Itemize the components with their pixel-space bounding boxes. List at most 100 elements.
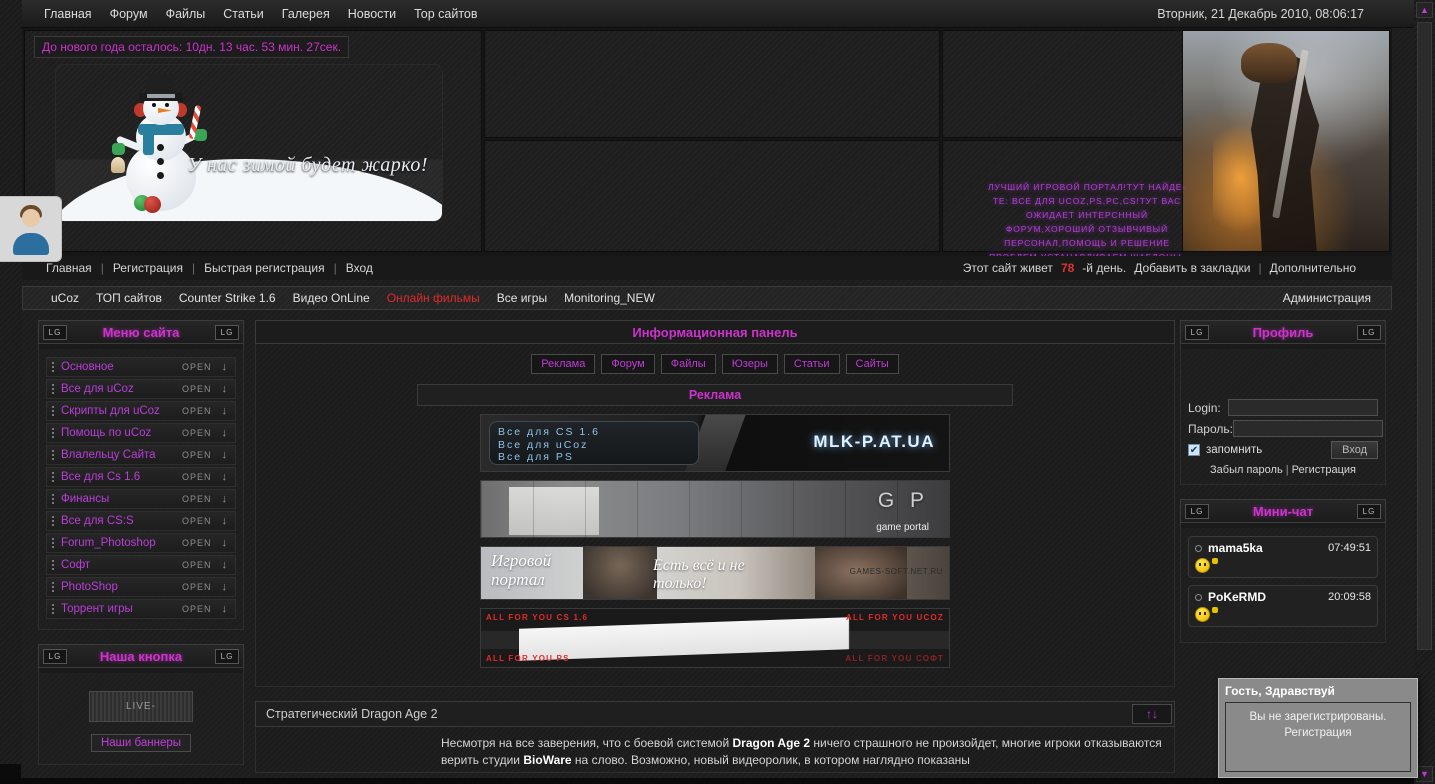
drag-dots-icon: [52, 538, 54, 550]
nav2-separator-0: |: [100, 261, 104, 275]
snowman-eye-left: [152, 103, 156, 107]
snow-slogan: У нас зимой будет жарко!: [187, 154, 428, 176]
cat-nav-all-games[interactable]: Все игры: [497, 291, 547, 305]
cat-nav-ucoz[interactable]: uCoz: [51, 291, 79, 305]
sidebar-item-label: Торрент игры: [61, 603, 133, 615]
lg-badge-right: LG: [215, 649, 239, 664]
snowman-banner[interactable]: У нас зимой будет жарко!: [55, 64, 443, 222]
guest-greeting-line2[interactable]: Регистрация: [1226, 725, 1410, 741]
sidebar-item-action: OPEN: [181, 582, 212, 592]
top-nav-item-2[interactable]: Файлы: [166, 7, 206, 21]
sidebar-item-site-owner[interactable]: Влалельцу Сайта OPEN ↓: [46, 445, 236, 465]
sidebar-item-all-for-ucoz[interactable]: Все для uCoz OPEN ↓: [46, 379, 236, 399]
cat-nav-video-online[interactable]: Видео OnLine: [293, 291, 370, 305]
guest-greeting-box: Гость, Здравствуй Вы не зарегистрированы…: [1218, 678, 1418, 778]
sidebar-item-torrent-games[interactable]: Торрент игры OPEN ↓: [46, 599, 236, 619]
tab-articles[interactable]: Статьи: [783, 354, 840, 374]
login-input[interactable]: [1228, 399, 1378, 416]
sidebar-item-photoshop[interactable]: PhotoShop OPEN ↓: [46, 577, 236, 597]
category-navigation-bar: uCoz ТОП сайтов Counter Strike 1.6 Видео…: [22, 286, 1392, 310]
ad-banner-mlk-p[interactable]: Все для CS 1.6 Все для uCoz Все для PS M…: [480, 414, 950, 472]
chevron-down-icon: ↓: [221, 493, 228, 505]
sidebar-item-soft[interactable]: Софт OPEN ↓: [46, 555, 236, 575]
remember-checkbox[interactable]: ✔: [1188, 444, 1200, 456]
chat-nickname[interactable]: PoKeRMD: [1208, 590, 1328, 604]
vertical-scrollbar[interactable]: ▲ ▼: [1414, 0, 1435, 784]
avatar[interactable]: [0, 196, 62, 262]
sidebar-item-label: Все для Cs 1.6: [61, 471, 141, 483]
administration-link[interactable]: Администрация: [1283, 291, 1371, 305]
chevron-down-icon: ↓: [221, 405, 228, 417]
scrollbar-thumb[interactable]: [1417, 22, 1432, 650]
sidebar-item-finance[interactable]: Финансы OPEN ↓: [46, 489, 236, 509]
tab-users[interactable]: Юзеры: [721, 354, 778, 374]
register-link[interactable]: Регистрация: [1292, 464, 1356, 476]
top-nav-item-0[interactable]: Главная: [44, 7, 92, 21]
sidebar-item-label: Помощь по uCoz: [61, 427, 152, 439]
sidebar-item-scripts-ucoz[interactable]: Скрипты для uCoz OPEN ↓: [46, 401, 236, 421]
tab-files[interactable]: Файлы: [660, 354, 716, 374]
tab-forum[interactable]: Форум: [601, 354, 655, 374]
login-button[interactable]: Вход: [1331, 441, 1378, 459]
nav2-item-1[interactable]: Регистрация: [113, 261, 183, 275]
sidebar-item-help-ucoz[interactable]: Помощь по uCoz OPEN ↓: [46, 423, 236, 443]
drag-dots-icon: [52, 560, 54, 572]
sidebar-item-action: OPEN: [181, 450, 212, 460]
status-offline-icon: [1195, 593, 1202, 601]
profile-block: LG Профиль LG Login: Пароль: ✔ запомнить…: [1180, 320, 1386, 485]
sort-icon[interactable]: ↑↓: [1132, 704, 1172, 724]
chat-time: 07:49:51: [1328, 542, 1371, 554]
guest-greeting-content: Вы не зарегистрированы. Регистрация: [1225, 702, 1411, 772]
center-column: Информационная панель Реклама Форум Файл…: [255, 320, 1175, 784]
nav2-item-0[interactable]: Главная: [46, 261, 92, 275]
banner1-line-2: Все для PS: [498, 451, 574, 463]
site-life-prefix: Этот сайт живет: [962, 261, 1053, 275]
ad-banner-games-soft[interactable]: Игровой портал Есть всё и не только! GAM…: [480, 546, 950, 600]
drag-dots-icon: [52, 516, 54, 528]
tab-reklama[interactable]: Реклама: [531, 354, 596, 374]
chevron-down-icon: ↓: [221, 449, 228, 461]
cat-nav-monitoring[interactable]: Monitoring_NEW: [564, 291, 655, 305]
scroll-up-button[interactable]: ▲: [1416, 2, 1433, 18]
add-bookmark-link[interactable]: Добавить в закладки: [1134, 261, 1250, 275]
site-button-image[interactable]: LIVE-: [89, 691, 193, 722]
sidebar-item-osnovnoe[interactable]: Основное OPEN ↓: [46, 357, 236, 377]
sidebar-item-forum-photoshop[interactable]: Forum_Photoshop OPEN ↓: [46, 533, 236, 553]
sidebar-item-label: Финансы: [61, 493, 110, 505]
cat-nav-counter-strike[interactable]: Counter Strike 1.6: [179, 291, 276, 305]
sidebar-item-action: OPEN: [181, 362, 212, 372]
sidebar-item-action: OPEN: [181, 516, 212, 526]
chat-nickname[interactable]: mama5ka: [1208, 541, 1328, 555]
tab-sites[interactable]: Сайты: [845, 354, 899, 374]
forgot-password-link[interactable]: Забыл пароль: [1210, 464, 1283, 476]
sidebar-item-all-for-css[interactable]: Все для CS:S OPEN ↓: [46, 511, 236, 531]
sidebar-item-all-for-cs16[interactable]: Все для Cs 1.6 OPEN ↓: [46, 467, 236, 487]
mini-chat-title: Мини-чат: [1252, 503, 1314, 519]
top-nav-item-5[interactable]: Новости: [348, 7, 396, 21]
top-nav-item-4[interactable]: Галерея: [282, 7, 330, 21]
more-link[interactable]: Дополнительно: [1270, 261, 1356, 275]
avatar-body: [13, 233, 49, 255]
ad-banner-all-for-you[interactable]: ALL FOR YOU CS 1.6 ALL FOR YOU UCOZ ALL …: [480, 608, 950, 668]
nav2-separator-1: |: [191, 261, 196, 275]
drag-dots-icon: [52, 406, 54, 418]
top-nav-item-6[interactable]: Тор сайтов: [414, 7, 477, 21]
information-panel-body: Реклама Форум Файлы Юзеры Статьи Сайты Р…: [255, 344, 1175, 687]
sidebar-item-action: OPEN: [181, 560, 212, 570]
our-banners-link[interactable]: Наши баннеры: [91, 734, 191, 752]
article-bold-bioware: BioWare: [523, 753, 572, 767]
cat-nav-online-films[interactable]: Онлайн фильмы: [387, 291, 480, 305]
chevron-down-icon: ↓: [221, 559, 228, 571]
nav2-item-2[interactable]: Быстрая регистрация: [204, 261, 325, 275]
sidebar-item-action: OPEN: [181, 538, 212, 548]
chat-message: PoKeRMD 20:09:58: [1188, 585, 1378, 627]
top-nav-item-1[interactable]: Форум: [110, 7, 148, 21]
cat-nav-top-sites[interactable]: ТОП сайтов: [96, 291, 162, 305]
ad-banner-game-portal[interactable]: G P game portal: [480, 480, 950, 538]
scroll-down-button[interactable]: ▼: [1416, 766, 1433, 782]
password-input[interactable]: [1232, 420, 1383, 437]
chat-message-head: mama5ka 07:49:51: [1195, 541, 1371, 555]
top-nav-item-3[interactable]: Статьи: [223, 7, 264, 21]
promo-line-1: ТЕ: ВСЕ ДЛЯ UCOZ,PS,PC,CS!ТУТ ВАС: [992, 196, 1182, 206]
nav2-item-3[interactable]: Вход: [346, 261, 373, 275]
